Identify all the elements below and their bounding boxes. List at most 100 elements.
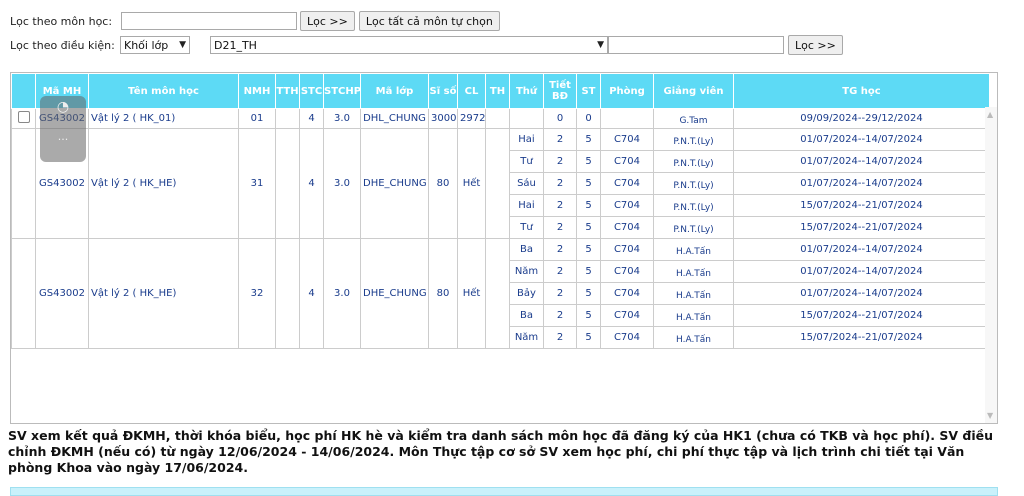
class-size: 80 [428,238,458,349]
start-period: 2 [543,150,577,173]
day: Ba [509,238,544,261]
notice-text: SV xem kết quả ĐKMH, thời khóa biểu, học… [8,428,994,475]
remaining: 2972 [457,108,486,129]
table-row[interactable]: GS43002Vật lý 2 ( HK_01)0143.0DHL_CHUNG3… [11,108,990,129]
th-value [485,108,510,129]
filter-all-electives-button[interactable]: Lọc tất cả môn tự chọn [358,11,500,31]
day: Hai [509,194,544,217]
room: C704 [600,326,654,349]
start-period: 2 [543,326,577,349]
subject-filter-input[interactable] [121,12,297,30]
class-size: 3000 [428,108,458,129]
study-time: 01/07/2024--14/07/2024 [733,128,990,151]
lecturer: P.N.T.(Ly) [653,216,734,239]
table-header-row: Mã MH Tên môn học NMH TTH STC STCHP Mã l… [11,73,990,109]
header-nmh: NMH [238,73,276,109]
scroll-down-icon[interactable]: ▼ [987,411,993,420]
course-table: Mã MH Tên môn học NMH TTH STC STCHP Mã l… [11,73,990,349]
room: C704 [600,150,654,173]
condition-filter-label: Lọc theo điều kiện: [10,38,115,52]
room: C704 [600,238,654,261]
lecturer: P.N.T.(Ly) [653,194,734,217]
periods: 5 [576,194,601,217]
table-row[interactable]: GS43002 Vật lý 2 ( HK_HE) 31 4 3.0 DHE_CHUNG 8… [11,128,990,239]
subject-code[interactable]: GS43002 [35,238,89,349]
periods: 0 [576,108,601,129]
fee-credits: 3.0 [323,108,361,129]
scroll-up-icon[interactable]: ▲ [987,110,993,119]
th-value [485,128,510,239]
study-time: 15/07/2024--21/07/2024 [733,304,990,327]
tth-value [275,108,300,129]
group-number: 31 [238,128,276,239]
credits: 4 [299,238,324,349]
class-code: DHE_CHUNG [360,128,429,239]
course-table-panel: Mã MH Tên môn học NMH TTH STC STCHP Mã l… [10,72,998,424]
day: Năm [509,260,544,283]
overlay-handle-icon: ◔ [56,99,70,115]
header-stc: STC [299,73,324,109]
lecturer: P.N.T.(Ly) [653,150,734,173]
row-checkbox[interactable] [17,111,30,123]
header-tth: TTH [275,73,300,109]
scrollbar[interactable]: ▲ ▼ [985,107,997,423]
lecturer: H.A.Tấn [653,282,734,305]
room [600,108,654,129]
remaining: Hết [457,238,486,349]
study-time: 01/07/2024--14/07/2024 [733,150,990,173]
periods: 5 [576,326,601,349]
fee-credits: 3.0 [323,128,361,239]
start-period: 2 [543,128,577,151]
header-stchp: STCHP [323,73,361,109]
condition-select[interactable]: Khối lớp ▼ [120,36,190,54]
filter-button[interactable]: Lọc >> [300,11,355,31]
fee-credits: 3.0 [323,238,361,349]
remaining: Hết [457,128,486,239]
subject-name: Vật lý 2 ( HK_HE) [88,128,239,239]
lecturer: H.A.Tấn [653,326,734,349]
header-class-code: Mã lớp [360,73,429,109]
day: Tư [509,150,544,173]
day: Bảy [509,282,544,305]
chevron-down-icon: ▼ [597,40,604,50]
header-room: Phòng [600,73,654,109]
header-study-time: TG học [733,73,990,109]
periods: 5 [576,282,601,305]
credits: 4 [299,128,324,239]
room: C704 [600,260,654,283]
chevron-down-icon: ▼ [179,40,186,50]
filter-button-2[interactable]: Lọc >> [788,35,843,55]
study-time: 09/09/2024--29/12/2024 [733,108,990,129]
class-code: DHE_CHUNG [360,238,429,349]
bottom-header-bar [10,487,998,496]
subject-filter-row: Lọc theo môn học: Lọc >> Lọc tất cả môn … [10,11,500,31]
room: C704 [600,216,654,239]
study-time: 15/07/2024--21/07/2024 [733,326,990,349]
day: Tư [509,216,544,239]
lecturer: P.N.T.(Ly) [653,128,734,151]
class-select[interactable]: D21_TH ▼ [210,36,608,54]
header-class-size: Sĩ số [428,73,458,109]
study-time: 15/07/2024--21/07/2024 [733,194,990,217]
class-filter-input[interactable] [608,36,784,54]
tth-value [275,128,300,239]
day: Sáu [509,172,544,195]
room: C704 [600,172,654,195]
subject-name: Vật lý 2 ( HK_01) [88,108,239,129]
row-select-cell [11,238,36,349]
condition-filter-row: Lọc theo điều kiện: Khối lớp ▼ D21_TH ▼ … [10,35,843,55]
start-period: 0 [543,108,577,129]
start-period: 2 [543,216,577,239]
lecturer: P.N.T.(Ly) [653,172,734,195]
row-select-cell [11,108,36,129]
periods: 5 [576,172,601,195]
room: C704 [600,194,654,217]
start-period: 2 [543,172,577,195]
class-code: DHL_CHUNG [360,108,429,129]
lecturer: G.Tam [653,108,734,129]
periods: 5 [576,238,601,261]
table-row[interactable]: GS43002 Vật lý 2 ( HK_HE) 32 4 3.0 DHE_CHUNG 8… [11,238,990,349]
floating-overlay-widget[interactable]: ◔ ... [40,96,86,162]
header-day: Thứ [509,73,544,109]
row-select-cell [11,128,36,239]
